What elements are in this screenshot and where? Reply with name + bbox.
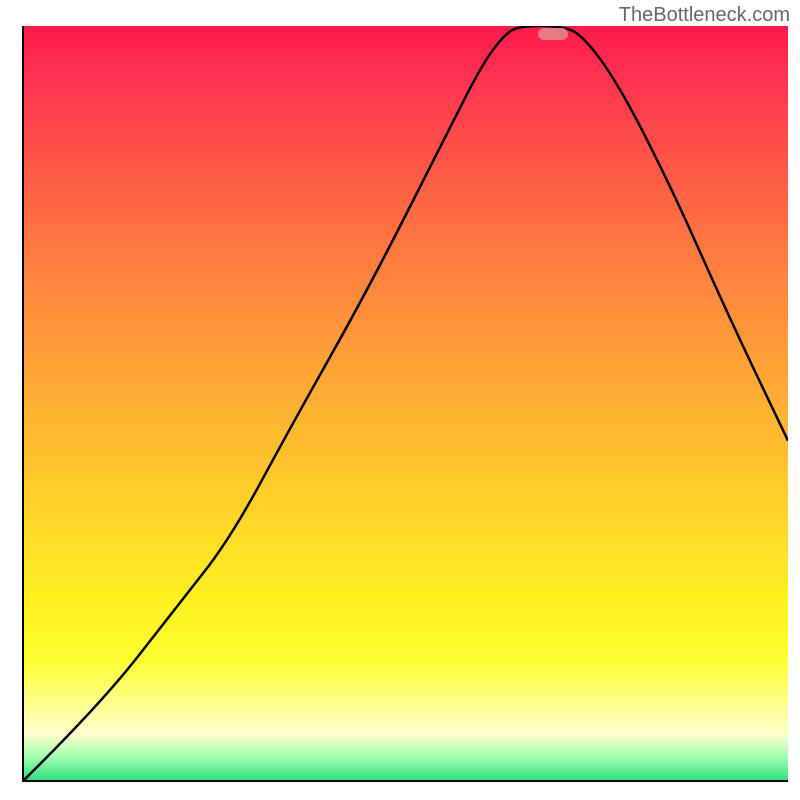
watermark-text: TheBottleneck.com [619, 4, 790, 27]
chart-marker [538, 28, 568, 40]
chart-area [22, 26, 788, 782]
chart-curve [24, 26, 788, 780]
